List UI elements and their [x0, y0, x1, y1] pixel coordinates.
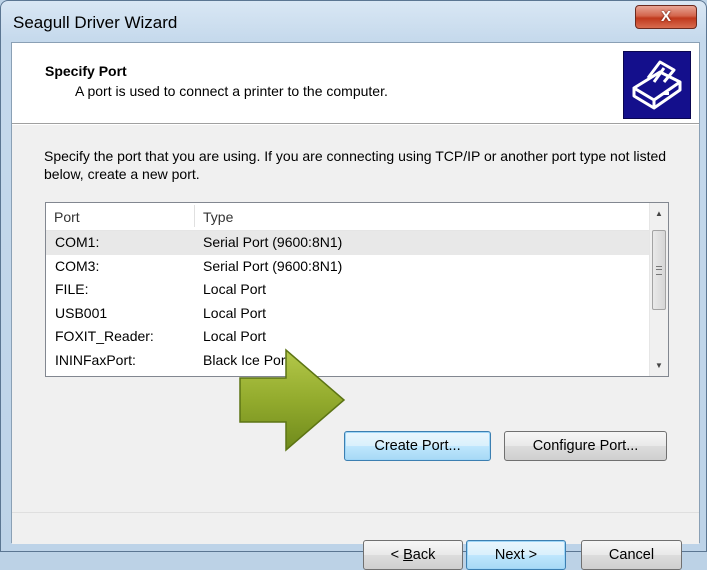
configure-port-button[interactable]: Configure Port... [504, 431, 667, 461]
back-label-prefix: < [390, 547, 404, 563]
instructions-text: Specify the port that you are using. If … [44, 148, 667, 182]
port-name: FILE: [55, 281, 89, 297]
port-row-com3[interactable]: COM3: Serial Port (9600:8N1) [46, 255, 649, 279]
column-divider[interactable] [194, 205, 195, 227]
grip-icon [656, 266, 662, 275]
back-button[interactable]: < Back [363, 540, 463, 570]
wizard-body: Specify the port that you are using. If … [12, 125, 699, 570]
title-bar[interactable]: Seagull Driver Wizard X [1, 1, 706, 41]
back-label-mnemonic: B [403, 547, 413, 563]
wizard-client-area: Specify Port A port is used to connect a… [11, 42, 700, 570]
column-header-type[interactable]: Type [203, 209, 233, 225]
wizard-header: Specify Port A port is used to connect a… [12, 43, 699, 123]
port-name: COM1: [55, 234, 100, 250]
create-port-button[interactable]: Create Port... [344, 431, 491, 461]
back-label-suffix: ack [412, 547, 436, 563]
footer-divider [12, 512, 699, 513]
port-row-file[interactable]: FILE: Local Port [46, 278, 649, 302]
printer-icon [623, 51, 691, 119]
port-name: ININFaxPort: [55, 351, 136, 368]
page-subtitle: A port is used to connect a printer to t… [75, 83, 388, 99]
port-name: FOXIT_Reader: [55, 328, 154, 344]
column-header-port[interactable]: Port [54, 209, 80, 225]
green-arrow-icon [238, 348, 348, 453]
port-type: Serial Port (9600:8N1) [203, 234, 343, 250]
port-name: USB001 [55, 304, 108, 321]
port-row-foxit[interactable]: FOXIT_Reader: Local Port [46, 325, 649, 349]
list-header: Port Type [46, 203, 649, 231]
scroll-thumb[interactable] [652, 230, 666, 310]
window-title: Seagull Driver Wizard [13, 13, 178, 32]
close-button[interactable]: X [635, 5, 697, 29]
page-title: Specify Port [45, 63, 127, 79]
scroll-down-arrow-icon[interactable]: ▼ [650, 357, 668, 375]
wizard-window: Seagull Driver Wizard X Specify Port A p… [0, 0, 707, 570]
vertical-scrollbar[interactable]: ▲ ▼ [649, 203, 668, 376]
port-name: COM3: [55, 257, 100, 274]
scroll-up-arrow-icon[interactable]: ▲ [650, 205, 668, 223]
port-type: Local Port [203, 304, 267, 321]
next-button[interactable]: Next > [466, 540, 566, 570]
port-row-usb001[interactable]: USB001 Local Port [46, 302, 649, 326]
port-type: Serial Port (9600:8N1) [203, 257, 343, 274]
port-row-com1[interactable]: COM1: Serial Port (9600:8N1) [46, 231, 649, 255]
close-icon: X [660, 8, 671, 25]
port-list[interactable]: Port Type COM1: Serial Port (9600:8N1) C… [45, 202, 669, 377]
port-type: Local Port [203, 328, 267, 344]
port-type: Local Port [203, 281, 267, 297]
cancel-button[interactable]: Cancel [581, 540, 682, 570]
